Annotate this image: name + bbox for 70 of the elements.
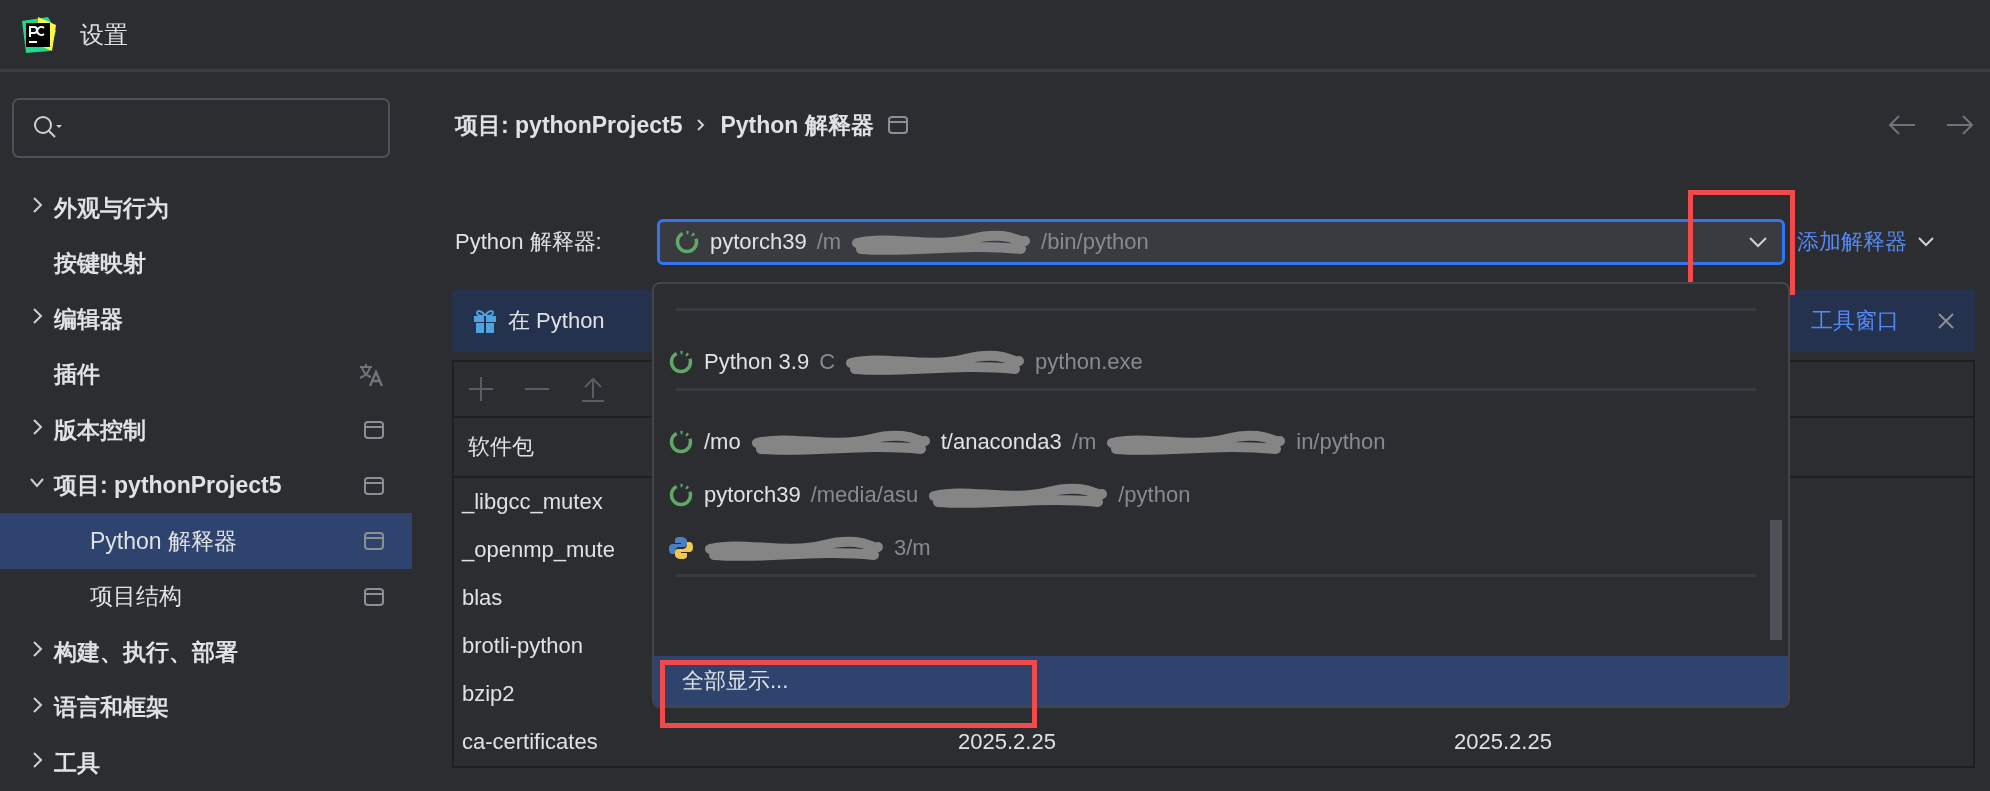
interpreter-name: pytorch39	[710, 229, 807, 255]
interpreter-name: /mo	[704, 428, 741, 455]
python-icon	[668, 534, 694, 561]
forward-arrow-icon[interactable]	[1945, 114, 1975, 136]
interpreter-path: python.exe	[1035, 348, 1143, 375]
interpreter-name: Python 3.9	[704, 348, 810, 375]
interpreter-path: in/python	[1296, 428, 1386, 455]
gift-icon	[472, 308, 498, 334]
search-field[interactable]	[12, 98, 390, 159]
sidebar-item[interactable]: 构建、执行、部署	[0, 624, 412, 680]
conda-ring-icon	[668, 348, 694, 375]
interpreter-path: 3/m	[894, 534, 931, 561]
field-label: Python 解释器:	[455, 228, 603, 256]
table-cell: _openmp_mute	[462, 537, 615, 562]
table-cell: blas	[462, 585, 503, 610]
breadcrumb-item[interactable]: Python 解释器	[720, 109, 874, 141]
sidebar-item[interactable]: 项目结构	[0, 568, 412, 625]
sidebar-item[interactable]: Python 解释器	[0, 513, 412, 569]
conda-ring-icon	[668, 428, 694, 455]
conda-ring-icon	[674, 229, 700, 255]
interpreter-dropdown[interactable]: pytorch39 /m /bin/python	[657, 219, 1785, 265]
back-arrow-icon[interactable]	[1887, 114, 1917, 136]
translate-icon	[358, 362, 384, 387]
window-title: 设置	[80, 19, 128, 50]
chevron-down-icon	[1748, 236, 1768, 248]
window-icon	[364, 421, 384, 440]
table-cell: ca-certificates	[462, 729, 598, 754]
banner-text: 在 Python	[508, 307, 605, 335]
window-icon	[364, 532, 384, 551]
interpreter-option[interactable]: pytorch39 /media/asu /python	[654, 468, 1788, 521]
window-icon	[364, 476, 384, 495]
window-icon	[364, 587, 384, 606]
close-icon[interactable]	[1937, 312, 1955, 330]
sidebar-item[interactable]: 按键映射	[0, 235, 412, 292]
scrollbar[interactable]	[1770, 520, 1782, 640]
table-cell: _libgcc_mutex	[462, 489, 603, 514]
table-cell: bzip2	[462, 681, 515, 706]
interpreter-path: /bin/python	[1041, 229, 1149, 255]
sidebar-item[interactable]: 语言和框架	[0, 679, 412, 736]
add-icon[interactable]	[468, 376, 494, 402]
interpreter-path: /m	[816, 229, 842, 255]
sidebar-item[interactable]: 工具	[0, 735, 412, 791]
chevron-down-icon	[1917, 236, 1935, 248]
table-cell: 2025.2.25	[958, 729, 1056, 754]
sidebar-item[interactable]: 版本控制	[0, 402, 412, 458]
sidebar-item[interactable]: 编辑器	[0, 291, 412, 347]
table-cell: brotli-python	[462, 633, 584, 658]
sidebar-item[interactable]: 插件	[0, 346, 412, 403]
interpreter-path: /m	[1071, 428, 1097, 455]
chevron-icon[interactable]	[30, 694, 44, 715]
banner-link[interactable]: 工具窗口	[1811, 306, 1927, 336]
breadcrumb-item[interactable]: 项目: pythonProject5	[455, 109, 683, 141]
add-interpreter-link[interactable]: 添加解释器	[1797, 227, 1935, 257]
conda-ring-icon	[668, 481, 694, 508]
column-header[interactable]: 软件包	[468, 434, 534, 459]
show-all-option[interactable]: 全部显示...	[654, 656, 1788, 706]
interpreter-option[interactable]: 3/m	[654, 521, 1788, 574]
interpreter-option[interactable]: Python 3.9 C python.exe	[654, 335, 1788, 388]
interpreter-name: pytorch39	[704, 481, 801, 508]
interpreter-path: C	[819, 348, 836, 375]
breadcrumb-separator-icon	[696, 118, 707, 132]
table-cell: 2025.2.25	[1454, 729, 1552, 754]
interpreter-option[interactable]: /mo t/anaconda3 /m in/python	[654, 415, 1788, 468]
sidebar-item[interactable]: 项目: pythonProject5	[0, 457, 412, 514]
window-icon	[887, 116, 908, 134]
interpreter-path: /media/asu	[810, 481, 919, 508]
interpreter-path: /python	[1118, 481, 1191, 508]
upgrade-icon[interactable]	[580, 376, 606, 402]
sidebar-item[interactable]: 外观与行为	[0, 180, 412, 236]
interpreter-name: t/anaconda3	[940, 428, 1062, 455]
